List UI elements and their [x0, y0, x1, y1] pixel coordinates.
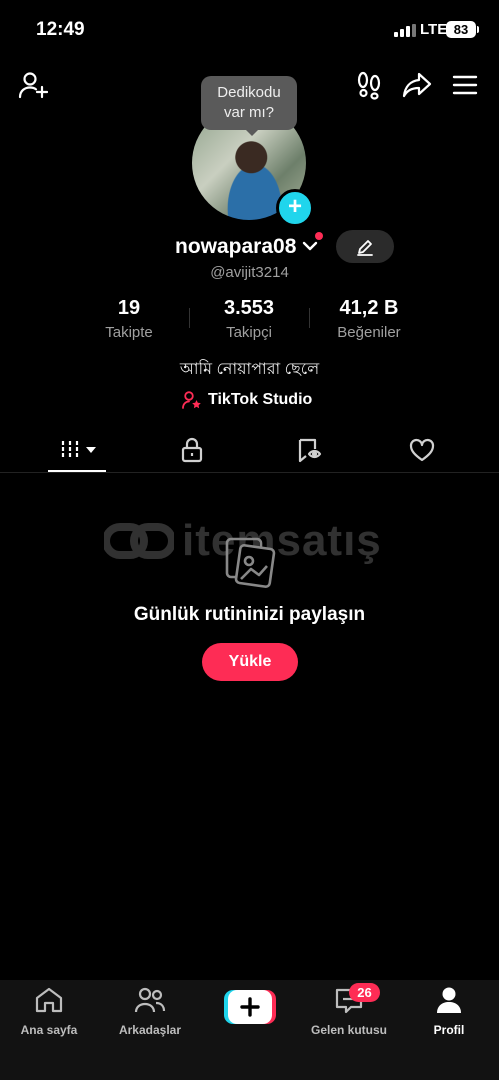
tab-saved[interactable] — [295, 436, 323, 464]
notification-dot — [315, 232, 323, 240]
tiktok-studio-link[interactable]: TikTok Studio — [182, 390, 312, 410]
heart-icon — [409, 438, 435, 462]
profile-icon — [437, 987, 461, 1013]
nav-friends[interactable]: Arkadaşlar — [105, 986, 195, 1037]
plus-icon — [224, 990, 276, 1024]
following-count: 19 — [117, 297, 141, 319]
lock-icon — [181, 437, 203, 463]
network-label: LTE — [420, 21, 448, 38]
nav-profile-label: Profil — [433, 1023, 465, 1037]
following-label: Takipte — [105, 324, 153, 341]
studio-label: TikTok Studio — [208, 391, 313, 408]
followers-count: 3.553 — [223, 297, 275, 319]
followers-stat[interactable]: 3.553 Takipçi — [189, 297, 309, 341]
tooltip-tail — [244, 128, 260, 136]
friends-icon — [134, 987, 166, 1013]
active-tab-indicator — [48, 470, 106, 472]
grid-icon — [61, 441, 96, 459]
inbox-badge: 26 — [349, 983, 380, 1002]
battery-icon: 83 — [446, 21, 476, 38]
watermark-text: itemsatış — [182, 516, 382, 565]
signal-icon — [394, 24, 416, 37]
followers-label: Takipçi — [226, 324, 272, 341]
add-story-icon[interactable]: + — [276, 189, 314, 227]
create-button[interactable] — [224, 990, 276, 1024]
tooltip-line2: var mı? — [223, 104, 274, 121]
edit-profile-button[interactable] — [336, 230, 394, 263]
empty-state-title: Günlük rutininizi paylaşın — [133, 604, 366, 625]
likes-label: Beğeniler — [337, 324, 401, 341]
battery-tip — [477, 26, 479, 33]
nav-inbox-label: Gelen kutusu — [310, 1023, 387, 1037]
tooltip-line1: Dedikodu — [217, 84, 281, 101]
photo-icon — [222, 534, 278, 590]
tab-videos[interactable] — [56, 436, 100, 464]
tab-liked[interactable] — [408, 436, 436, 464]
upload-button[interactable]: Yükle — [202, 643, 298, 681]
chevron-down-icon[interactable] — [302, 238, 318, 259]
share-icon[interactable] — [400, 68, 434, 102]
likes-stat[interactable]: 41,2 B Beğeniler — [309, 297, 429, 341]
following-stat[interactable]: 19 Takipte — [69, 297, 189, 341]
nav-friends-label: Arkadaşlar — [118, 1023, 182, 1037]
pencil-icon — [357, 240, 373, 256]
tab-private[interactable] — [178, 436, 206, 464]
username[interactable]: nowapara08 — [175, 235, 296, 259]
tooltip-bubble[interactable]: Dedikodu var mı? — [201, 76, 297, 130]
nav-home[interactable]: Ana sayfa — [4, 986, 94, 1037]
nav-home-label: Ana sayfa — [20, 1023, 78, 1037]
studio-icon — [182, 391, 201, 409]
footprints-icon[interactable] — [354, 68, 384, 102]
bookmark-icon — [298, 438, 322, 463]
tabs-divider — [0, 472, 499, 473]
status-time: 12:49 — [36, 19, 85, 40]
user-handle: @avijit3214 — [210, 264, 289, 281]
menu-icon[interactable] — [450, 70, 480, 100]
watermark-logo — [104, 523, 174, 559]
likes-count: 41,2 B — [339, 297, 399, 319]
nav-profile[interactable]: Profil — [404, 986, 494, 1037]
home-icon — [35, 987, 63, 1013]
add-friend-icon[interactable] — [16, 68, 50, 102]
profile-bio: আমি নোয়াপারা ছেলে — [179, 361, 320, 378]
